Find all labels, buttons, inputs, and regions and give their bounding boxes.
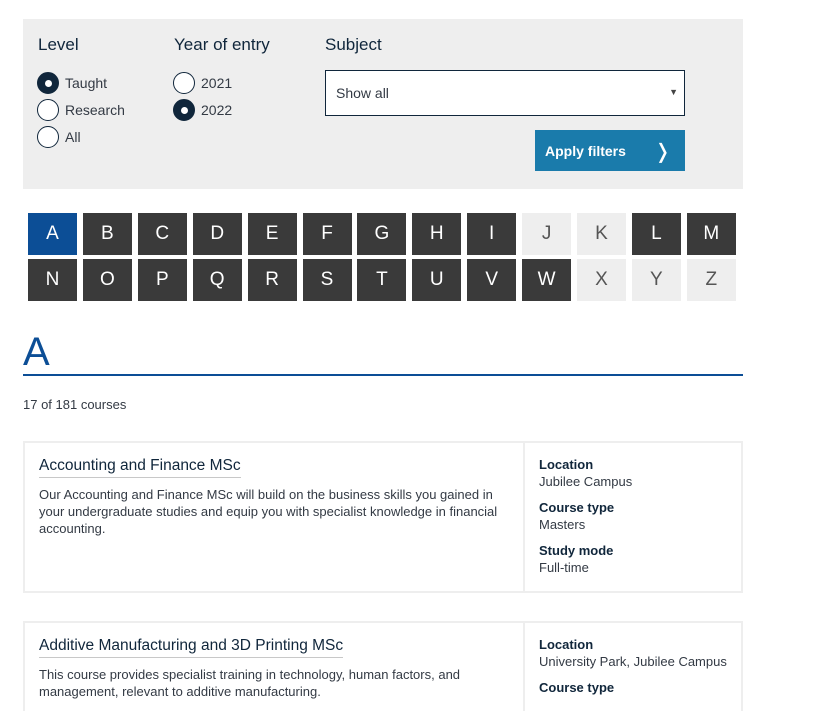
level-option-label: Research	[65, 102, 125, 118]
course-description: This course provides specialist training…	[39, 667, 461, 699]
year-option-label: 2022	[201, 102, 233, 118]
radio-checked-icon[interactable]	[173, 99, 195, 121]
year-option-label: 2021	[201, 75, 233, 91]
subject-select[interactable]: Show all ▼	[325, 70, 685, 116]
caret-down-icon: ▼	[669, 87, 678, 97]
study-mode-label: Study mode	[539, 543, 614, 558]
letter-e-button[interactable]: E	[247, 213, 297, 255]
letter-j-button: J	[522, 213, 572, 255]
course-card: Additive Manufacturing and 3D Printing M…	[23, 621, 743, 711]
letter-m-button[interactable]: M	[686, 213, 736, 255]
apply-filters-button[interactable]: Apply filters ❭	[535, 130, 685, 171]
letter-s-button[interactable]: S	[302, 259, 352, 301]
level-option-all[interactable]: All	[37, 126, 81, 148]
course-title-link[interactable]: Additive Manufacturing and 3D Printing M…	[39, 637, 344, 658]
letter-a-button[interactable]: A	[28, 213, 77, 255]
subject-selected-value: Show all	[336, 85, 389, 101]
course-type-value: Masters	[539, 517, 586, 532]
level-option-taught[interactable]: Taught	[37, 72, 107, 94]
filters-panel: Level Taught Research All Year of entry …	[23, 19, 743, 189]
letter-g-button[interactable]: G	[357, 213, 407, 255]
letter-z-button: Z	[686, 259, 736, 301]
radio-icon[interactable]	[173, 72, 195, 94]
letter-x-button: X	[577, 259, 626, 301]
course-meta: Location University Park, Jubilee Campus…	[539, 637, 735, 696]
location-label: Location	[539, 637, 594, 652]
level-option-label: Taught	[65, 75, 108, 91]
year-option-2021[interactable]: 2021	[173, 72, 232, 94]
course-title-link[interactable]: Accounting and Finance MSc	[39, 457, 241, 478]
course-card-main: Accounting and Finance MSc Our Accountin…	[25, 443, 525, 591]
course-type-label: Course type	[539, 680, 615, 695]
alphabet-nav: ABCDEFGHIJKLM NOPQRSTUVWXYZ	[28, 213, 738, 303]
year-option-2022[interactable]: 2022	[173, 99, 232, 121]
level-option-research[interactable]: Research	[37, 99, 125, 121]
letter-k-button: K	[577, 213, 626, 255]
letter-t-button[interactable]: T	[357, 259, 407, 301]
letter-v-button[interactable]: V	[467, 259, 517, 301]
course-meta: Location Jubilee Campus Course type Mast…	[539, 457, 735, 586]
location-value: University Park, Jubilee Campus	[539, 654, 727, 669]
letter-f-button[interactable]: F	[302, 213, 352, 255]
radio-icon[interactable]	[37, 99, 59, 121]
level-title: Level	[38, 35, 79, 54]
section-heading: A	[23, 330, 50, 374]
apply-filters-label: Apply filters	[545, 142, 626, 159]
course-description: Our Accounting and Finance MSc will buil…	[39, 487, 498, 536]
letter-c-button[interactable]: C	[137, 213, 187, 255]
location-label: Location	[539, 457, 594, 472]
course-type-label: Course type	[539, 500, 615, 515]
radio-checked-icon[interactable]	[37, 72, 59, 94]
letter-i-button[interactable]: I	[467, 213, 517, 255]
letter-w-button[interactable]: W	[522, 259, 572, 301]
course-count: 17 of 181 courses	[23, 397, 127, 412]
letter-b-button[interactable]: B	[82, 213, 132, 255]
location-value: Jubilee Campus	[539, 474, 633, 489]
letter-l-button[interactable]: L	[631, 213, 681, 255]
course-card-main: Additive Manufacturing and 3D Printing M…	[25, 623, 525, 711]
chevron-right-icon: ❭	[654, 141, 671, 163]
letter-h-button[interactable]: H	[412, 213, 462, 255]
radio-icon[interactable]	[37, 126, 59, 148]
year-title: Year of entry	[174, 35, 270, 54]
course-card: Accounting and Finance MSc Our Accountin…	[23, 441, 743, 593]
letter-u-button[interactable]: U	[412, 259, 462, 301]
letter-y-button: Y	[631, 259, 681, 301]
section-divider	[23, 374, 743, 376]
letter-n-button[interactable]: N	[28, 259, 77, 301]
letter-d-button[interactable]: D	[192, 213, 242, 255]
letter-p-button[interactable]: P	[137, 259, 187, 301]
letter-r-button[interactable]: R	[247, 259, 297, 301]
level-option-label: All	[65, 129, 81, 145]
letter-q-button[interactable]: Q	[192, 259, 242, 301]
letter-o-button[interactable]: O	[82, 259, 132, 301]
subject-title: Subject	[325, 35, 382, 54]
study-mode-value: Full-time	[539, 560, 589, 575]
